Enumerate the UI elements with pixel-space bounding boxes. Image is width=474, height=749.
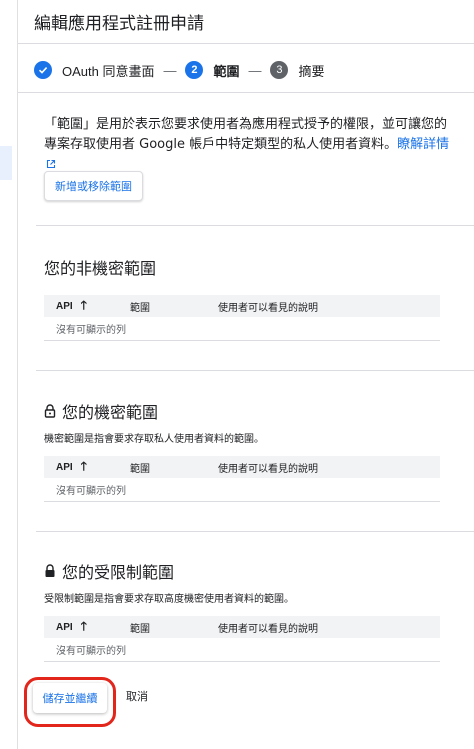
add-remove-scopes-button[interactable]: 新增或移除範圍	[44, 171, 143, 201]
sensitive-scopes-title: 您的機密範圍	[44, 399, 158, 423]
non-sensitive-scopes-table: API 🡑 範圍 使用者可以看見的說明 沒有可顯示的列	[44, 295, 440, 341]
scopes-form: 「範圍」是用於表示您要求使用者為應用程式授予的權限，並可讓您的專案存取使用者 G…	[18, 92, 474, 749]
section-divider	[36, 531, 474, 532]
stepper: OAuth 同意畫面 — 2 範圍 — 3 摘要	[34, 56, 325, 84]
step-separator: —	[248, 62, 262, 78]
left-nav-active-marker	[0, 146, 12, 180]
table-header: API 🡑 範圍 使用者可以看見的說明	[44, 295, 440, 317]
description-column-header: 使用者可以看見的說明	[218, 623, 318, 635]
api-column-header[interactable]: API 🡑	[44, 457, 130, 478]
form-footer: 儲存並繼續 取消	[18, 675, 474, 735]
sort-arrow-up-icon[interactable]: 🡑	[81, 296, 87, 317]
step-2-number: 2	[185, 61, 204, 79]
restricted-scopes-title: 您的受限制範圍	[44, 559, 174, 583]
table-header: API 🡑 範圍 使用者可以看見的說明	[44, 616, 440, 638]
step-2-label[interactable]: 範圍	[213, 61, 239, 80]
step-1-label[interactable]: OAuth 同意畫面	[62, 61, 154, 80]
lock-filled-icon	[45, 564, 55, 577]
lock-open-outline-icon	[44, 404, 56, 418]
section-divider	[36, 370, 474, 371]
restricted-scopes-description: 受限制範圍是指會要求存取高度機密使用者資料的範圍。	[44, 594, 294, 605]
left-nav-rail	[0, 0, 18, 749]
step-1-check-icon	[34, 61, 52, 79]
api-column-header[interactable]: API 🡑	[44, 296, 130, 317]
scopes-intro-text: 「範圍」是用於表示您要求使用者為應用程式授予的權限，並可讓您的專案存取使用者 G…	[44, 117, 448, 152]
page-header: 編輯應用程式註冊申請	[18, 0, 474, 44]
api-column-header[interactable]: API 🡑	[44, 617, 130, 638]
table-header: API 🡑 範圍 使用者可以看見的說明	[44, 456, 440, 478]
empty-row: 沒有可顯示的列	[44, 478, 440, 502]
save-and-continue-button[interactable]: 儲存並繼續	[33, 683, 107, 713]
sensitive-scopes-table: API 🡑 範圍 使用者可以看見的說明 沒有可顯示的列	[44, 456, 440, 502]
step-separator: —	[163, 62, 177, 78]
sort-arrow-up-icon[interactable]: 🡑	[81, 617, 87, 638]
sensitive-scopes-description: 機密範圍是指會要求存取私人使用者資料的範圍。	[44, 434, 264, 445]
empty-row: 沒有可顯示的列	[44, 638, 440, 662]
restricted-scopes-table: API 🡑 範圍 使用者可以看見的說明 沒有可顯示的列	[44, 616, 440, 662]
page-title: 編輯應用程式註冊申請	[34, 14, 204, 34]
sort-arrow-up-icon[interactable]: 🡑	[81, 457, 87, 478]
external-link-icon	[46, 159, 56, 169]
description-column-header: 使用者可以看見的說明	[218, 463, 318, 475]
scopes-intro: 「範圍」是用於表示您要求使用者為應用程式授予的權限，並可讓您的專案存取使用者 G…	[44, 115, 454, 175]
section-divider	[36, 225, 474, 226]
description-column-header: 使用者可以看見的說明	[218, 302, 318, 314]
scope-column-header: 範圍	[130, 302, 150, 314]
empty-row: 沒有可顯示的列	[44, 317, 440, 341]
step-3-label[interactable]: 摘要	[298, 61, 324, 80]
step-3-number: 3	[270, 61, 289, 79]
cancel-button[interactable]: 取消	[126, 688, 148, 704]
scope-column-header: 範圍	[130, 463, 150, 475]
scope-column-header: 範圍	[130, 623, 150, 635]
non-sensitive-scopes-title: 您的非機密範圍	[44, 259, 157, 278]
